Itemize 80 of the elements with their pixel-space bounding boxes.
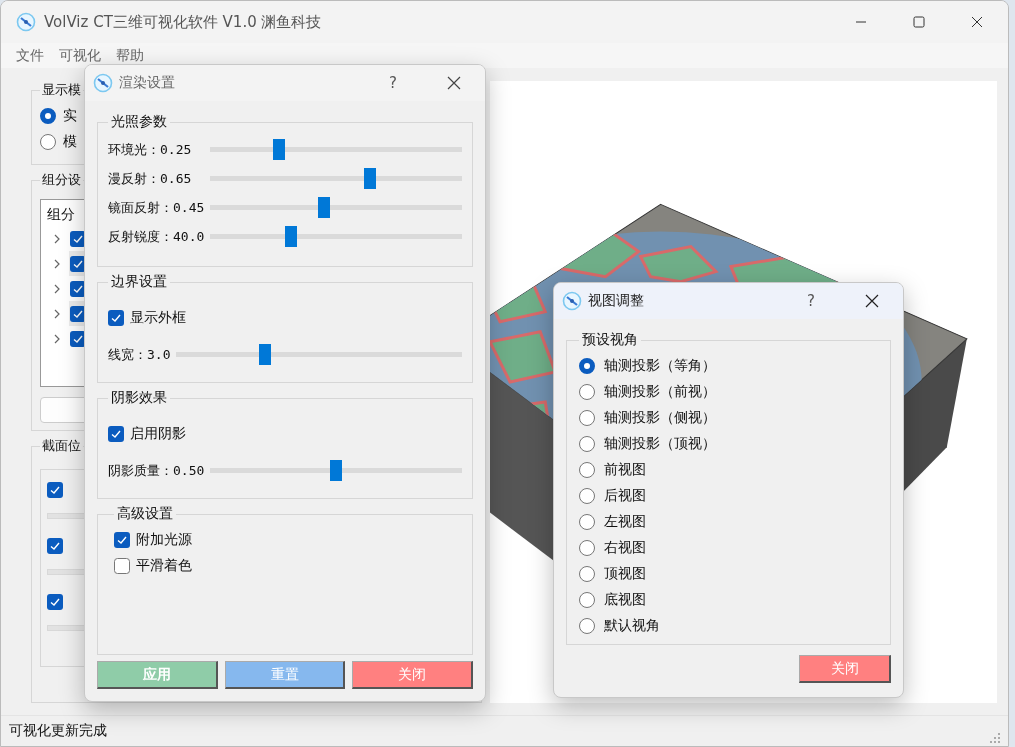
radio-button[interactable]	[579, 592, 595, 608]
checkbox[interactable]	[47, 538, 63, 554]
radio-button[interactable]	[579, 436, 595, 452]
group-title: 阴影效果	[110, 389, 168, 407]
group-title: 截面位	[41, 437, 82, 455]
menu-item[interactable]: 可视化	[59, 46, 101, 65]
checkbox-label: 附加光源	[136, 531, 192, 549]
slider-label: 环境光：0.25	[108, 140, 193, 159]
close-icon[interactable]	[865, 294, 879, 308]
group-title: 边界设置	[110, 273, 168, 291]
group-title: 显示模	[41, 81, 82, 99]
checkbox-label: 启用阴影	[130, 425, 186, 443]
chevron-icon[interactable]	[53, 333, 61, 344]
app-icon	[562, 291, 582, 311]
menu-item[interactable]: 文件	[16, 46, 44, 65]
maximize-icon[interactable]	[913, 16, 925, 28]
slider-thumb[interactable]	[258, 344, 271, 365]
radio-label: 轴测投影（侧视）	[604, 409, 716, 427]
chevron-icon[interactable]	[53, 308, 61, 319]
radio-button[interactable]	[579, 358, 595, 374]
group-title: 预设视角	[581, 331, 639, 349]
help-button[interactable]: ?	[807, 292, 815, 310]
radio-button[interactable]	[579, 488, 595, 504]
checkbox[interactable]	[47, 482, 63, 498]
radio-button[interactable]	[40, 134, 56, 150]
slider-thumb[interactable]	[330, 460, 343, 481]
radio-label: 前视图	[604, 461, 646, 479]
radio-button[interactable]	[579, 384, 595, 400]
window-title: VolViz CT三维可视化软件 V1.0 渊鱼科技	[44, 12, 322, 32]
radio-label: 左视图	[604, 513, 646, 531]
radio-button[interactable]	[579, 566, 595, 582]
chevron-icon[interactable]	[53, 233, 61, 244]
slider-label: 镜面反射：0.45	[108, 198, 205, 217]
slider-label: 线宽：3.0	[108, 345, 171, 364]
checkbox[interactable]	[108, 426, 124, 442]
group-title: 光照参数	[110, 113, 168, 131]
slider-label: 反射锐度：40.0	[108, 227, 205, 246]
checkbox-label: 平滑着色	[136, 557, 192, 575]
slider-thumb[interactable]	[363, 168, 376, 189]
radio-button[interactable]	[579, 462, 595, 478]
radio-button[interactable]	[579, 618, 595, 634]
radio-button[interactable]	[579, 514, 595, 530]
checkbox[interactable]	[47, 594, 63, 610]
close-icon[interactable]	[971, 16, 983, 28]
close-icon[interactable]	[447, 76, 461, 90]
app-icon	[16, 12, 36, 32]
radio-button[interactable]	[40, 108, 56, 124]
chevron-icon[interactable]	[53, 258, 61, 269]
radio-button[interactable]	[579, 410, 595, 426]
chevron-icon[interactable]	[53, 283, 61, 294]
radio-label: 轴测投影（等角）	[604, 357, 716, 375]
radio-button[interactable]	[579, 540, 595, 556]
radio-label: 右视图	[604, 539, 646, 557]
checkbox[interactable]	[114, 558, 130, 574]
column-header: 组分	[47, 206, 75, 224]
radio-label: 轴测投影（顶视）	[604, 435, 716, 453]
slider-label: 阴影质量：0.50	[108, 461, 205, 480]
radio-label: 后视图	[604, 487, 646, 505]
slider-thumb[interactable]	[272, 139, 285, 160]
radio-label: 默认视角	[604, 617, 660, 635]
resize-grip-icon[interactable]	[990, 733, 1000, 743]
checkbox[interactable]	[108, 310, 124, 326]
status-text: 可视化更新完成	[9, 722, 107, 740]
checkbox-label: 显示外框	[130, 309, 186, 327]
menu-item[interactable]: 帮助	[116, 46, 144, 65]
radio-label: 实	[63, 107, 77, 125]
dialog-title: 渲染设置	[119, 74, 176, 92]
slider-thumb[interactable]	[284, 226, 297, 247]
group-title: 高级设置	[116, 505, 174, 523]
help-button[interactable]: ?	[389, 74, 397, 92]
slider-label: 漫反射：0.65	[108, 169, 193, 188]
radio-label: 底视图	[604, 591, 646, 609]
slider-thumb[interactable]	[318, 197, 331, 218]
checkbox[interactable]	[114, 532, 130, 548]
group-title: 组分设	[41, 171, 82, 189]
radio-label: 顶视图	[604, 565, 646, 583]
dialog-title: 视图调整	[588, 292, 645, 310]
radio-label: 模	[63, 133, 77, 151]
radio-label: 轴测投影（前视）	[604, 383, 716, 401]
app-icon	[93, 73, 113, 93]
